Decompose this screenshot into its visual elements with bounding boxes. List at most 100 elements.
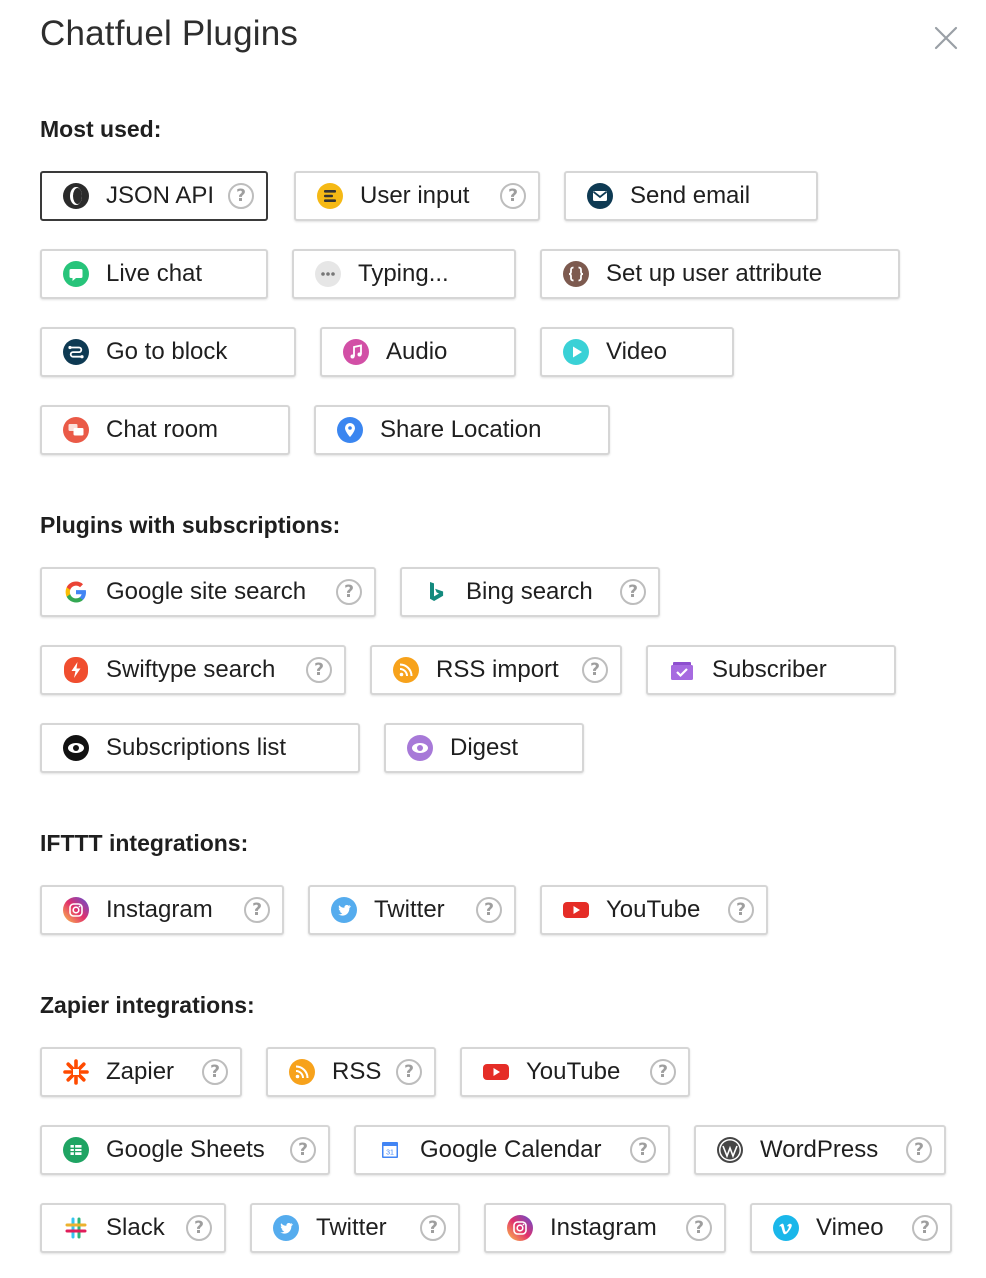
help-icon[interactable]: ? <box>202 1059 228 1085</box>
plugin-audio[interactable]: Audio <box>320 327 516 377</box>
swiftype-icon <box>62 656 90 684</box>
plugin-label: Subscriptions list <box>106 734 287 761</box>
plugin-wordpress[interactable]: WordPress ? <box>694 1125 946 1175</box>
plugin-google-site-search[interactable]: Google site search ? <box>40 567 376 617</box>
plugin-rss-import[interactable]: RSS import ? <box>370 645 622 695</box>
help-icon[interactable]: ? <box>500 183 526 209</box>
help-icon[interactable]: ? <box>728 897 754 923</box>
plugin-video[interactable]: Video <box>540 327 734 377</box>
help-icon[interactable]: ? <box>306 657 332 683</box>
plugin-label: RSS import <box>436 656 559 683</box>
google-sheets-icon <box>62 1136 90 1164</box>
plugin-swiftype-search[interactable]: Swiftype search ? <box>40 645 346 695</box>
plugin-google-calendar[interactable]: 31 Google Calendar ? <box>354 1125 670 1175</box>
help-icon[interactable]: ? <box>290 1137 316 1163</box>
plugin-slack[interactable]: Slack ? <box>40 1203 226 1253</box>
plugin-ifttt-instagram[interactable]: Instagram ? <box>40 885 284 935</box>
help-icon[interactable]: ? <box>420 1215 446 1241</box>
play-icon <box>562 338 590 366</box>
twitter-icon <box>330 896 358 924</box>
plugin-user-input[interactable]: User input ? <box>294 171 540 221</box>
plugin-label: JSON API <box>106 182 215 209</box>
plugin-label: User input <box>360 182 470 209</box>
plugin-label: Google site search <box>106 578 307 605</box>
help-icon[interactable]: ? <box>686 1215 712 1241</box>
help-icon[interactable]: ? <box>582 657 608 683</box>
chat-room-icon <box>62 416 90 444</box>
plugin-label: Send email <box>630 182 751 209</box>
help-icon[interactable]: ? <box>228 183 254 209</box>
bing-icon <box>422 578 450 606</box>
instagram-icon <box>62 896 90 924</box>
plugin-label: RSS <box>332 1058 382 1085</box>
plugin-label: Slack <box>106 1214 165 1241</box>
plugin-ifttt-twitter[interactable]: Twitter ? <box>308 885 516 935</box>
plugin-chat-room[interactable]: Chat room <box>40 405 290 455</box>
plugin-label: Video <box>606 338 667 365</box>
help-icon[interactable]: ? <box>650 1059 676 1085</box>
plugin-subscriptions-list[interactable]: Subscriptions list <box>40 723 360 773</box>
section-title-ifttt: IFTTT integrations: <box>40 830 249 856</box>
plugin-typing[interactable]: Typing... <box>292 249 516 299</box>
plugin-label: Audio <box>386 338 448 365</box>
help-icon[interactable]: ? <box>396 1059 422 1085</box>
help-icon[interactable]: ? <box>906 1137 932 1163</box>
plugin-label: Swiftype search <box>106 656 276 683</box>
plugin-go-to-block[interactable]: Go to block <box>40 327 296 377</box>
plugin-zapier-instagram[interactable]: Instagram ? <box>484 1203 726 1253</box>
plugin-label: Instagram <box>550 1214 657 1241</box>
plugin-zapier-twitter[interactable]: Twitter ? <box>250 1203 460 1253</box>
email-icon <box>586 182 614 210</box>
google-calendar-icon: 31 <box>376 1136 404 1164</box>
instagram-icon <box>506 1214 534 1242</box>
attribute-braces-icon <box>562 260 590 288</box>
zapier-icon <box>62 1058 90 1086</box>
plugin-bing-search[interactable]: Bing search ? <box>400 567 660 617</box>
plugin-label: Vimeo <box>816 1214 884 1241</box>
plugin-label: Set up user attribute <box>606 260 823 287</box>
plugin-send-email[interactable]: Send email <box>564 171 818 221</box>
plugin-json-api[interactable]: JSON API ? <box>40 171 268 221</box>
help-icon[interactable]: ? <box>912 1215 938 1241</box>
section-title-most-used: Most used: <box>40 116 162 142</box>
plugin-digest[interactable]: Digest <box>384 723 584 773</box>
help-icon[interactable]: ? <box>476 897 502 923</box>
go-to-block-icon <box>62 338 90 366</box>
rss-icon <box>392 656 420 684</box>
plugin-label: Chat room <box>106 416 219 443</box>
youtube-icon <box>482 1058 510 1086</box>
plugin-label: Typing... <box>358 260 449 287</box>
help-icon[interactable]: ? <box>186 1215 212 1241</box>
plugin-subscriber[interactable]: Subscriber <box>646 645 896 695</box>
help-icon[interactable]: ? <box>244 897 270 923</box>
plugin-label: WordPress <box>760 1136 879 1163</box>
twitter-icon <box>272 1214 300 1242</box>
section-title-subscriptions: Plugins with subscriptions: <box>40 512 341 538</box>
plugin-zapier-youtube[interactable]: YouTube ? <box>460 1047 690 1097</box>
help-icon[interactable]: ? <box>336 579 362 605</box>
help-icon[interactable]: ? <box>630 1137 656 1163</box>
vimeo-icon <box>772 1214 800 1242</box>
help-icon[interactable]: ? <box>620 579 646 605</box>
subscriber-icon <box>668 656 696 684</box>
plugin-label: Share Location <box>380 416 542 443</box>
plugin-label: YouTube <box>606 896 701 923</box>
plugin-label: Bing search <box>466 578 593 605</box>
plugin-label: Live chat <box>106 260 203 287</box>
plugin-vimeo[interactable]: Vimeo ? <box>750 1203 952 1253</box>
plugin-zapier[interactable]: Zapier ? <box>40 1047 242 1097</box>
live-chat-icon <box>62 260 90 288</box>
close-icon[interactable] <box>932 24 960 52</box>
plugin-ifttt-youtube[interactable]: YouTube ? <box>540 885 768 935</box>
plugin-set-up-user-attribute[interactable]: Set up user attribute <box>540 249 900 299</box>
plugin-share-location[interactable]: Share Location <box>314 405 610 455</box>
page-title: Chatfuel Plugins <box>40 14 299 53</box>
plugin-label: Go to block <box>106 338 228 365</box>
typing-icon <box>314 260 342 288</box>
plugin-label: Twitter <box>316 1214 387 1241</box>
plugin-live-chat[interactable]: Live chat <box>40 249 268 299</box>
plugin-zapier-rss[interactable]: RSS ? <box>266 1047 436 1097</box>
plugin-label: Google Calendar <box>420 1136 602 1163</box>
plugin-google-sheets[interactable]: Google Sheets ? <box>40 1125 330 1175</box>
digest-eye-icon <box>406 734 434 762</box>
